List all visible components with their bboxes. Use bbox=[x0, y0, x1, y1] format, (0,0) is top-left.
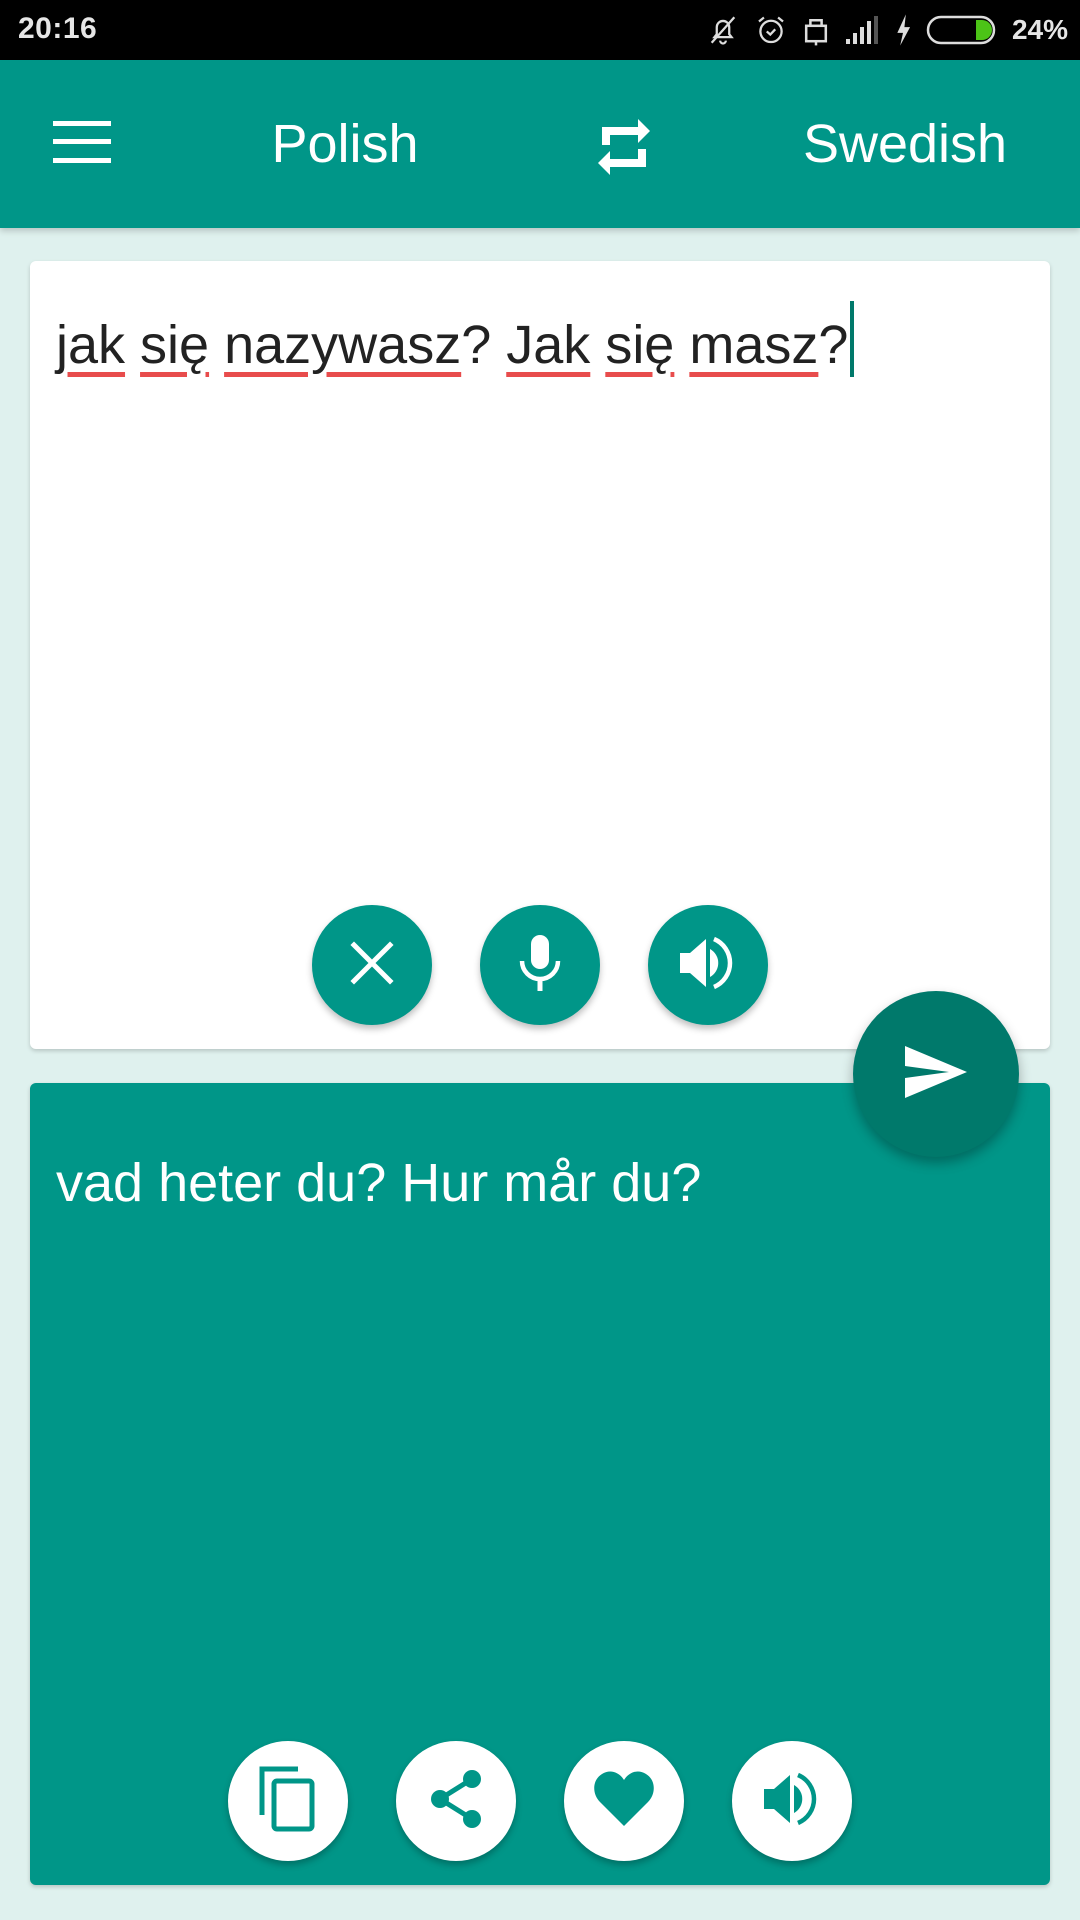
translation-text: vad heter du? Hur mår du? bbox=[56, 1153, 702, 1213]
notifications-off-icon bbox=[706, 13, 740, 47]
hamburger-menu-icon bbox=[53, 120, 111, 168]
speaker-icon bbox=[678, 935, 738, 996]
input-punct: ? bbox=[461, 315, 492, 375]
input-word: Jak bbox=[506, 315, 591, 375]
translate-button[interactable] bbox=[853, 991, 1019, 1157]
menu-button[interactable] bbox=[40, 104, 124, 184]
app-bar: Polish Swedish bbox=[0, 60, 1080, 228]
share-button[interactable] bbox=[396, 1741, 516, 1861]
copy-icon bbox=[258, 1765, 318, 1838]
input-word: nazywasz bbox=[224, 315, 462, 375]
microphone-icon bbox=[516, 933, 564, 998]
input-word: się bbox=[140, 315, 210, 375]
status-icons: 24% bbox=[706, 10, 1068, 50]
share-icon bbox=[426, 1767, 486, 1836]
status-time: 20:16 bbox=[18, 12, 98, 45]
signal-icon bbox=[844, 15, 880, 45]
input-word: jak bbox=[56, 315, 126, 375]
lock-icon bbox=[802, 13, 830, 47]
battery-icon bbox=[926, 14, 998, 46]
clear-button[interactable] bbox=[312, 905, 432, 1025]
source-text-input[interactable]: jak się nazywasz? Jak się masz? bbox=[56, 301, 1024, 381]
charging-icon bbox=[894, 13, 912, 47]
swap-languages-button[interactable] bbox=[580, 104, 668, 192]
send-icon bbox=[903, 1044, 969, 1105]
output-actions bbox=[228, 1741, 852, 1861]
input-word: masz bbox=[689, 315, 819, 375]
input-actions bbox=[312, 905, 768, 1025]
voice-input-button[interactable] bbox=[480, 905, 600, 1025]
favorite-button[interactable] bbox=[564, 1741, 684, 1861]
input-punct: ? bbox=[818, 315, 849, 375]
speak-source-button[interactable] bbox=[648, 905, 768, 1025]
swap-languages-icon bbox=[596, 115, 652, 182]
output-card: vad heter du? Hur mår du? bbox=[30, 1083, 1050, 1885]
heart-icon bbox=[592, 1770, 656, 1833]
text-cursor bbox=[850, 301, 855, 377]
copy-button[interactable] bbox=[228, 1741, 348, 1861]
target-language-selector[interactable]: Swedish bbox=[780, 112, 1030, 176]
speaker-icon bbox=[762, 1771, 822, 1832]
battery-percentage: 24% bbox=[1011, 14, 1068, 45]
input-card: jak się nazywasz? Jak się masz? bbox=[30, 261, 1050, 1049]
input-word: się bbox=[605, 315, 675, 375]
alarm-icon bbox=[754, 13, 788, 47]
close-icon bbox=[350, 940, 394, 990]
speak-translation-button[interactable] bbox=[732, 1741, 852, 1861]
status-bar: 20:16 24% bbox=[0, 0, 1080, 60]
source-language-selector[interactable]: Polish bbox=[230, 112, 460, 176]
